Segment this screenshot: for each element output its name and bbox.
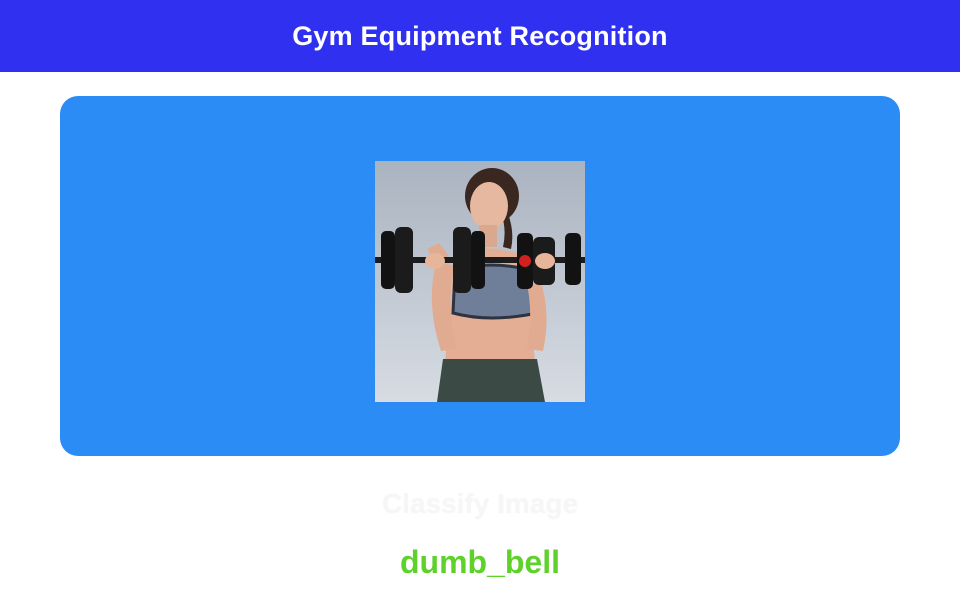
app-title: Gym Equipment Recognition xyxy=(292,20,668,51)
prediction-result: dumb_bell xyxy=(399,544,560,580)
app-bar: Gym Equipment Recognition xyxy=(0,0,960,72)
app-screen: Gym Equipment Recognition Classify Image… xyxy=(0,0,960,600)
image-card xyxy=(60,96,900,456)
selected-image[interactable] xyxy=(375,161,585,402)
woman-dumbbell-photo-icon xyxy=(375,161,585,402)
classify-button[interactable]: Classify Image xyxy=(0,488,960,520)
